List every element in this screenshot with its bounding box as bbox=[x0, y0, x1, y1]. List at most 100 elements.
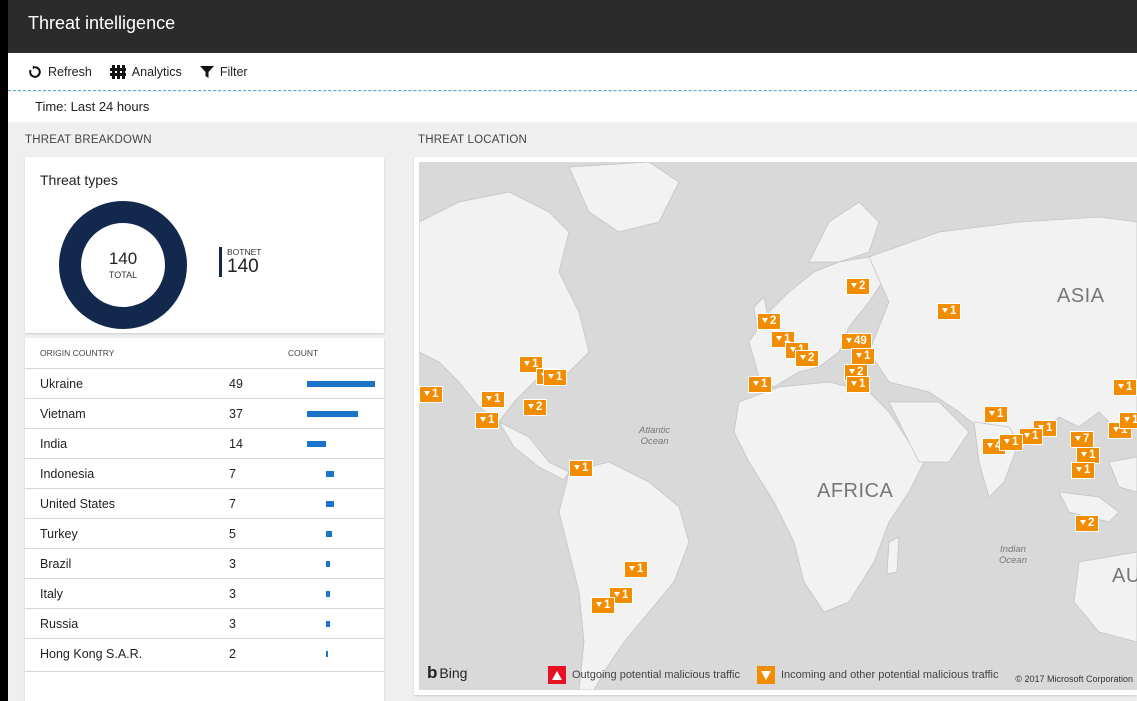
ocean-word: Ocean bbox=[640, 436, 669, 447]
threat-marker[interactable]: 1 bbox=[419, 386, 444, 403]
threat-marker[interactable]: 2 bbox=[757, 313, 782, 330]
filter-icon bbox=[199, 65, 214, 79]
count-cell: 7 bbox=[229, 467, 236, 481]
country-cell: Hong Kong S.A.R. bbox=[40, 647, 143, 661]
threat-types-card[interactable]: Threat types 140 TOTAL BOTNET 140 bbox=[25, 157, 384, 333]
threat-marker[interactable]: 1 bbox=[475, 412, 500, 429]
threat-location-heading: THREAT LOCATION bbox=[418, 134, 528, 146]
outgoing-traffic-icon bbox=[548, 666, 566, 684]
filter-label: Filter bbox=[219, 64, 248, 79]
threat-marker[interactable]: 2 bbox=[846, 278, 871, 295]
count-bar bbox=[326, 531, 332, 537]
count-cell: 49 bbox=[229, 377, 243, 391]
threat-breakdown-heading: THREAT BREAKDOWN bbox=[25, 134, 152, 146]
threat-marker[interactable]: 1 bbox=[1119, 412, 1137, 429]
count-bar bbox=[326, 471, 334, 477]
threat-marker[interactable]: 1 bbox=[481, 391, 506, 408]
table-row[interactable]: Hong Kong S.A.R. 2 bbox=[25, 638, 384, 668]
threat-types-title: Threat types bbox=[40, 172, 118, 188]
col-header-country: ORIGIN COUNTRY bbox=[40, 348, 115, 358]
threat-marker[interactable]: 1 bbox=[1071, 462, 1096, 479]
threat-marker[interactable]: 7 bbox=[1070, 431, 1095, 448]
blade-title: Threat intelligence bbox=[28, 13, 176, 33]
time-filter[interactable]: Time: Last 24 hours bbox=[8, 92, 1137, 122]
count-bar bbox=[307, 411, 358, 417]
filter-button[interactable]: Filter bbox=[199, 64, 248, 79]
table-row[interactable]: Turkey 5 bbox=[25, 518, 384, 548]
country-cell: Indonesia bbox=[40, 467, 95, 481]
table-header: ORIGIN COUNTRY COUNT bbox=[25, 348, 384, 368]
bing-label: Bing bbox=[439, 665, 468, 681]
table-row[interactable]: United States 7 bbox=[25, 488, 384, 518]
map-label-atlantic-ocean: Atlantic Ocean bbox=[639, 425, 670, 447]
threat-location-card: ASIA AFRICA AU Atlantic Ocean Indian Ocean… bbox=[414, 157, 1137, 695]
threat-marker[interactable]: 1 bbox=[937, 303, 962, 320]
indian-word: Indian bbox=[1000, 544, 1026, 555]
threat-marker[interactable]: 1 bbox=[999, 434, 1024, 451]
legend-incoming-label: Incoming and other potential malicious t… bbox=[781, 669, 999, 681]
count-cell: 37 bbox=[229, 407, 243, 421]
count-bar bbox=[326, 651, 328, 657]
threat-marker[interactable]: 1 bbox=[984, 406, 1009, 423]
threat-types-donut[interactable]: 140 TOTAL bbox=[58, 200, 188, 330]
threat-marker[interactable]: 1 bbox=[624, 561, 649, 578]
country-cell: Brazil bbox=[40, 557, 72, 571]
country-cell: Ukraine bbox=[40, 377, 84, 391]
country-cell: Turkey bbox=[40, 527, 78, 541]
threat-marker[interactable]: 2 bbox=[523, 399, 548, 416]
threat-marker[interactable]: 1 bbox=[591, 597, 616, 614]
map-footer: b Bing Outgoing potential malicious traff… bbox=[419, 660, 1137, 690]
count-bar bbox=[326, 621, 330, 627]
threat-marker[interactable]: 1 bbox=[748, 376, 773, 393]
table-row[interactable]: Ukraine 49 bbox=[25, 368, 384, 398]
refresh-icon bbox=[28, 65, 42, 79]
country-cell: Italy bbox=[40, 587, 63, 601]
map-label-indian-ocean: Indian Ocean bbox=[999, 544, 1027, 566]
table-row[interactable]: India 14 bbox=[25, 428, 384, 458]
table-row[interactable]: Brazil 3 bbox=[25, 548, 384, 578]
country-cell: Vietnam bbox=[40, 407, 86, 421]
donut-total-label: TOTAL bbox=[108, 270, 138, 280]
legend-outgoing: Outgoing potential malicious traffic bbox=[548, 666, 740, 684]
table-divider bbox=[25, 671, 384, 672]
threat-marker[interactable]: 1 bbox=[851, 348, 876, 365]
count-bar bbox=[307, 381, 375, 387]
refresh-button[interactable]: Refresh bbox=[28, 65, 92, 79]
table-row[interactable]: Vietnam 37 bbox=[25, 398, 384, 428]
world-map-land bbox=[419, 162, 1137, 690]
analytics-label: Analytics bbox=[131, 64, 182, 79]
count-bar bbox=[326, 561, 330, 567]
threat-marker[interactable]: 2 bbox=[1075, 515, 1100, 532]
threat-marker[interactable]: 2 bbox=[795, 350, 820, 367]
legend-outgoing-label: Outgoing potential malicious traffic bbox=[572, 669, 740, 681]
threat-map[interactable]: ASIA AFRICA AU Atlantic Ocean Indian Ocean… bbox=[419, 162, 1137, 690]
donut-legend-botnet: BOTNET 140 bbox=[219, 247, 261, 277]
legend-value: 140 bbox=[227, 256, 259, 277]
count-cell: 5 bbox=[229, 527, 236, 541]
threat-marker[interactable]: 1 bbox=[846, 376, 871, 393]
table-row[interactable]: Italy 3 bbox=[25, 578, 384, 608]
map-label-africa: AFRICA bbox=[817, 480, 894, 502]
analytics-button[interactable]: Analytics bbox=[109, 64, 182, 79]
count-bar bbox=[326, 501, 334, 507]
threat-marker[interactable]: 1 bbox=[569, 460, 594, 477]
command-bar: Refresh Analytics Filter bbox=[8, 53, 1137, 91]
table-row[interactable]: Indonesia 7 bbox=[25, 458, 384, 488]
analytics-icon bbox=[109, 64, 126, 79]
count-cell: 3 bbox=[229, 557, 236, 571]
donut-total-value: 140 bbox=[108, 249, 138, 268]
count-cell: 14 bbox=[229, 437, 243, 451]
country-cell: India bbox=[40, 437, 68, 451]
col-header-count: COUNT bbox=[288, 348, 319, 358]
count-bar bbox=[326, 591, 330, 597]
title-bar: Threat intelligence bbox=[8, 0, 1137, 53]
threat-marker[interactable]: 1 bbox=[543, 369, 568, 386]
refresh-label: Refresh bbox=[48, 64, 92, 79]
threat-marker[interactable]: 1 bbox=[1113, 379, 1137, 396]
count-cell: 7 bbox=[229, 497, 236, 511]
country-cell: Russia bbox=[40, 617, 79, 631]
table-row[interactable]: Russia 3 bbox=[25, 608, 384, 638]
country-cell: United States bbox=[40, 497, 116, 511]
origin-country-table: ORIGIN COUNTRY COUNT Ukraine 49 Vietnam 37… bbox=[25, 338, 384, 701]
map-label-asia: ASIA bbox=[1057, 285, 1105, 307]
